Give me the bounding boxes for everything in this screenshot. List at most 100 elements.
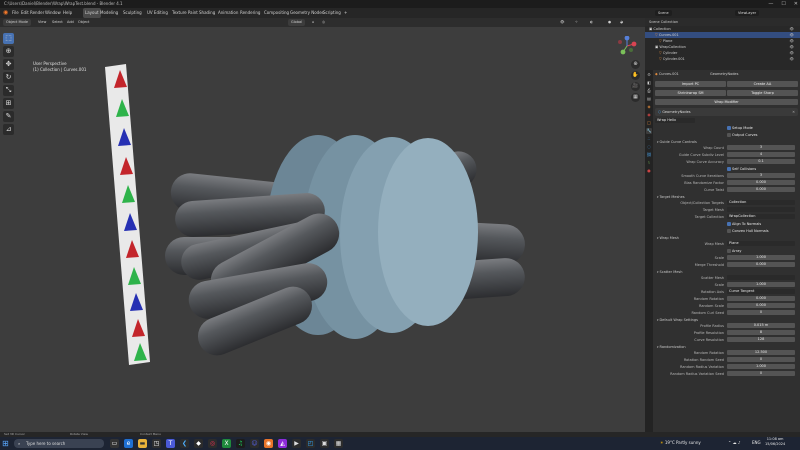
add-workspace-button[interactable]: + <box>344 8 347 18</box>
field-scale[interactable]: 1.000 <box>727 282 795 287</box>
field-random-rotation[interactable]: 0.000 <box>727 296 795 301</box>
field-rotation-random-seed[interactable]: 0 <box>727 357 795 362</box>
checkbox-convex-hull-normals[interactable]: Convex Hull Normals <box>727 228 769 234</box>
dropdown-target-collection[interactable]: WrapCollection <box>727 214 795 219</box>
terminal-icon[interactable]: ▶ <box>292 439 301 448</box>
output-tab-icon[interactable]: ⎙ <box>646 88 652 94</box>
checkbox-box[interactable] <box>727 229 731 233</box>
app2-icon[interactable]: ▣ <box>320 439 329 448</box>
object-tab-icon[interactable]: □ <box>646 120 652 126</box>
scale-icon[interactable]: ⤡ <box>3 85 14 96</box>
workspace-tab-geometry-nodes[interactable]: Geometry Nodes <box>290 8 324 18</box>
overlay-icon[interactable]: ◐ <box>590 19 593 26</box>
field-guide-curve-subdiv-level[interactable]: 4 <box>727 152 795 157</box>
field-profile-resolution[interactable]: 8 <box>727 330 795 335</box>
field-scale[interactable]: 1.000 <box>727 255 795 260</box>
visibility-icon[interactable]: 👁 <box>560 19 564 26</box>
menu-file[interactable]: File <box>12 8 19 18</box>
checkbox-setup-mode[interactable]: Setup Mode <box>727 125 753 131</box>
field-random-radius-variation[interactable]: 1.000 <box>727 364 795 369</box>
pan-icon[interactable]: ✋ <box>631 71 640 80</box>
workspace-tab-scripting[interactable]: Scripting <box>323 8 341 18</box>
view-layer-tab-icon[interactable]: ▤ <box>646 96 652 102</box>
workspace-tab-modeling[interactable]: Modeling <box>100 8 118 18</box>
move-icon[interactable]: ✥ <box>3 59 14 70</box>
modifier-tab-icon[interactable]: 🔧 <box>646 128 652 134</box>
grid-icon[interactable]: ▦ <box>631 93 640 102</box>
menu-help[interactable]: Help <box>63 8 72 18</box>
navigation-gizmo[interactable] <box>617 35 637 56</box>
menu-edit[interactable]: Edit <box>21 8 29 18</box>
menu-render[interactable]: Render <box>30 8 44 18</box>
workspace-tab-shading[interactable]: Shading <box>199 8 215 18</box>
data-tab-icon[interactable]: ⌇ <box>646 160 652 166</box>
wrap-modifier-button[interactable]: Wrap Modifier <box>655 99 798 105</box>
taskbar-search[interactable]: ⌕ Type here to search <box>14 439 104 448</box>
dropdown-scatter-mesh[interactable] <box>727 275 795 280</box>
transform-icon[interactable]: ⊞ <box>3 98 14 109</box>
minimize-icon[interactable]: — <box>768 0 773 8</box>
edge-icon[interactable]: e <box>124 439 133 448</box>
checkbox-box[interactable] <box>727 126 731 130</box>
view-layer-selector[interactable]: ViewLayer <box>735 10 760 16</box>
import-pc-button[interactable]: Import PC <box>655 81 726 87</box>
field-wrap-curve-accuracy[interactable]: 0.1 <box>727 159 795 164</box>
camera-icon[interactable]: 🎥 <box>631 82 640 91</box>
workspace-tab-sculpting[interactable]: Sculpting <box>123 8 142 18</box>
gizmo-icon[interactable]: ⊹ <box>575 19 578 26</box>
constraints-tab-icon[interactable]: ⛓ <box>646 152 652 158</box>
outliner-item-cylinder-001[interactable]: ▽ Cylinder.001 👁 <box>645 56 800 62</box>
checkbox-self-collisions[interactable]: Self Collisions <box>727 166 756 172</box>
chrome-icon[interactable]: ◎ <box>208 439 217 448</box>
field-profile-radius[interactable]: 0.015 m <box>727 323 795 328</box>
field-random-radius-variation-seed[interactable]: 0 <box>727 371 795 376</box>
visibility-eye-icon[interactable]: 👁 <box>790 56 794 62</box>
discord-icon[interactable]: ☺ <box>250 439 259 448</box>
create-aa-button[interactable]: Create AA <box>727 81 798 87</box>
affinity-icon[interactable]: ◭ <box>278 439 287 448</box>
checkbox-output-curves[interactable]: Output Curves <box>727 132 757 138</box>
field-wrap-count[interactable]: 3 <box>727 145 795 150</box>
app3-icon[interactable]: ▦ <box>334 439 343 448</box>
tray-icons[interactable]: ⌃ ☁ ♪ <box>728 440 740 445</box>
workspace-tab-uv-editing[interactable]: UV Editing <box>147 8 168 18</box>
rotate-icon[interactable]: ↻ <box>3 72 14 83</box>
field-bias-randomize-factor[interactable]: 0.000 <box>727 180 795 185</box>
orientation-dropdown[interactable]: Global <box>288 19 306 26</box>
proportional-edit-icon[interactable]: ◎ <box>322 19 325 26</box>
snap-icon[interactable]: ⌂ <box>312 19 314 26</box>
field-random-rotation[interactable]: 12.500 <box>727 350 795 355</box>
modifier-header[interactable]: ⬡ GeometryNodes ✕ <box>655 108 798 116</box>
world-tab-icon[interactable]: ◉ <box>646 112 652 118</box>
checkbox-box[interactable] <box>727 133 731 137</box>
field-smooth-curve-iterations[interactable]: 3 <box>727 173 795 178</box>
photos-icon[interactable]: ◰ <box>306 439 315 448</box>
field-random-curl-seed[interactable]: 0 <box>727 310 795 315</box>
scene-tab-icon[interactable]: ◈ <box>646 104 652 110</box>
menu-window[interactable]: Window <box>45 8 61 18</box>
field-curve-twist[interactable]: 0.000 <box>727 187 795 192</box>
shading-solid-icon[interactable]: ● <box>608 19 611 26</box>
scene-selector[interactable]: Scene <box>655 10 672 16</box>
language-indicator[interactable]: ENG <box>752 440 761 445</box>
node-group-selector[interactable]: Wrap Helix <box>655 118 695 123</box>
tool-tab-icon[interactable]: ⚙ <box>646 72 652 78</box>
menu-object[interactable]: Object <box>78 19 89 26</box>
menu-view[interactable]: View <box>38 19 46 26</box>
task-view-icon[interactable]: ▭ <box>110 439 119 448</box>
checkbox-box[interactable] <box>727 222 731 226</box>
menu-add[interactable]: Add <box>67 19 74 26</box>
maximize-icon[interactable]: ☐ <box>781 0 785 8</box>
node-group-name[interactable]: GeometryNodes <box>662 110 690 114</box>
cursor-icon[interactable]: ⊕ <box>3 46 14 57</box>
3d-viewport[interactable]: User Perspective (1) Collection | Curves… <box>0 27 645 432</box>
physics-tab-icon[interactable]: ◌ <box>646 144 652 150</box>
blender-icon[interactable]: ◉ <box>3 8 8 18</box>
field-curve-resolution[interactable]: 128 <box>727 337 795 342</box>
spotify-icon[interactable]: ♫ <box>236 439 245 448</box>
dropdown-wrap-mesh[interactable]: Plane <box>727 241 795 246</box>
field-merge-threshold[interactable]: 0.000 <box>727 262 795 267</box>
checkbox-box[interactable] <box>727 249 731 253</box>
workspace-tab-compositing[interactable]: Compositing <box>264 8 289 18</box>
checkbox-align-to-normals[interactable]: Align To Normals <box>727 221 761 227</box>
